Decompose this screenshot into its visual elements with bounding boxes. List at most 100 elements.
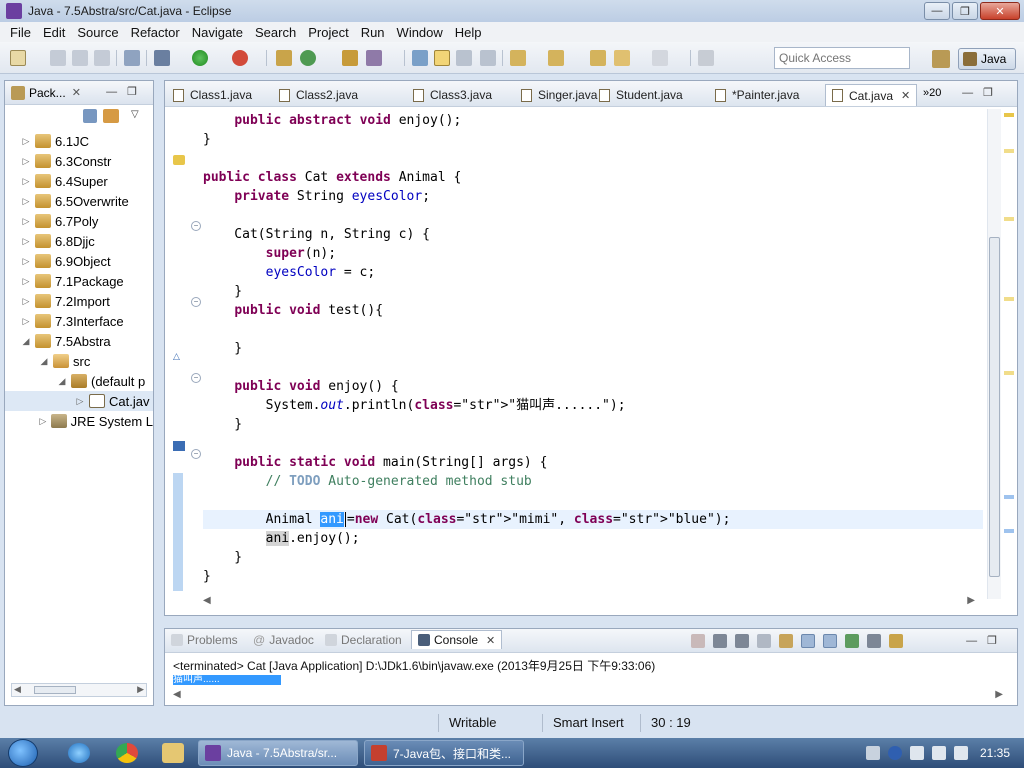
forward-icon[interactable] bbox=[652, 50, 668, 66]
new-java-project-icon[interactable] bbox=[276, 50, 292, 66]
fold-toggle-icon[interactable]: − bbox=[191, 449, 201, 459]
editor-minmax-controls[interactable]: —❐ bbox=[962, 86, 1003, 99]
network-icon[interactable] bbox=[931, 746, 946, 760]
scroll-right-icon[interactable]: ▶ bbox=[967, 595, 975, 606]
tree-item[interactable]: ▷ JRE System L bbox=[5, 411, 153, 431]
package-explorer-title[interactable]: Pack... bbox=[29, 86, 66, 100]
java-perspective-button[interactable]: Java bbox=[958, 48, 1016, 70]
close-button[interactable]: ✕ bbox=[980, 2, 1020, 20]
warning-marker-icon[interactable] bbox=[173, 155, 185, 165]
open-type-icon[interactable] bbox=[342, 50, 358, 66]
block-selection-icon[interactable] bbox=[456, 50, 472, 66]
tab-problems[interactable]: Problems bbox=[171, 633, 238, 647]
tree-item[interactable]: ▷ 6.4Super bbox=[5, 171, 153, 191]
occurrence-overview-marker[interactable] bbox=[1004, 371, 1014, 375]
scroll-left-icon[interactable]: ◀ bbox=[173, 689, 181, 700]
editor-hscrollbar[interactable]: ◀ ▶ bbox=[201, 595, 977, 609]
internet-explorer-icon[interactable] bbox=[68, 743, 90, 763]
scroll-thumb[interactable] bbox=[34, 686, 76, 694]
help-icon[interactable] bbox=[887, 746, 902, 760]
editor-vscrollbar[interactable] bbox=[987, 109, 1001, 599]
tree-item[interactable]: ▷ 7.3Interface bbox=[5, 311, 153, 331]
terminate-icon[interactable] bbox=[691, 634, 705, 648]
tab-cat[interactable]: Cat.java ✕ bbox=[825, 84, 918, 106]
tab-singer[interactable]: Singer.java bbox=[521, 84, 597, 106]
tab-javadoc[interactable]: @ Javadoc bbox=[253, 633, 314, 647]
fold-toggle-icon[interactable]: − bbox=[191, 373, 201, 383]
menu-refactor[interactable]: Refactor bbox=[125, 25, 186, 40]
tree-item[interactable]: ▷ 7.1Package bbox=[5, 271, 153, 291]
tree-twisty-icon[interactable]: ◢ bbox=[21, 336, 31, 347]
menu-navigate[interactable]: Navigate bbox=[186, 25, 249, 40]
tree-twisty-icon[interactable]: ▷ bbox=[21, 176, 31, 187]
occurrence-overview-marker[interactable] bbox=[1004, 149, 1014, 153]
tree-twisty-icon[interactable]: ◢ bbox=[39, 356, 49, 367]
console-minmax-controls[interactable]: —❐ bbox=[966, 634, 1007, 647]
menu-project[interactable]: Project bbox=[302, 25, 354, 40]
tree-item[interactable]: ◢ (default p bbox=[5, 371, 153, 391]
print-icon[interactable] bbox=[94, 50, 110, 66]
next-annotation-icon[interactable] bbox=[510, 50, 526, 66]
task-document[interactable]: 7-Java包、接口和类... bbox=[364, 740, 524, 766]
occurrence-overview-marker[interactable] bbox=[1004, 297, 1014, 301]
tree-twisty-icon[interactable]: ▷ bbox=[21, 296, 31, 307]
console-output[interactable]: 猫叫声...... bbox=[173, 675, 281, 685]
scroll-thumb[interactable] bbox=[989, 237, 1000, 577]
search-icon[interactable] bbox=[366, 50, 382, 66]
tree-item[interactable]: ▷ 6.8Djjc bbox=[5, 231, 153, 251]
pin-console-icon[interactable] bbox=[845, 634, 859, 648]
display-console-icon[interactable] bbox=[867, 634, 881, 648]
maximize-button[interactable]: ❐ bbox=[952, 2, 978, 20]
tab-declaration[interactable]: Declaration bbox=[325, 633, 402, 647]
fold-toggle-icon[interactable]: − bbox=[191, 221, 201, 231]
tree-item[interactable]: ▷ 6.9Object bbox=[5, 251, 153, 271]
close-tab-icon[interactable]: ✕ bbox=[901, 89, 910, 102]
show-hidden-icons-icon[interactable] bbox=[909, 746, 924, 760]
tree-twisty-icon[interactable]: ▷ bbox=[21, 236, 31, 247]
menu-source[interactable]: Source bbox=[71, 25, 124, 40]
clock[interactable]: 21:35 bbox=[980, 746, 1010, 760]
save-icon[interactable] bbox=[50, 50, 66, 66]
tree-twisty-icon[interactable]: ▷ bbox=[21, 256, 31, 267]
tree-item[interactable]: ◢ 7.5Abstra bbox=[5, 331, 153, 351]
new-java-package-icon[interactable] bbox=[300, 50, 316, 66]
scroll-right-icon[interactable]: ▶ bbox=[995, 689, 1003, 700]
scroll-left-icon[interactable]: ◀ bbox=[203, 595, 211, 606]
tree-item[interactable]: ▷ 7.2Import bbox=[5, 291, 153, 311]
tree-twisty-icon[interactable]: ▷ bbox=[39, 416, 47, 427]
override-marker-icon[interactable]: △ bbox=[173, 351, 185, 361]
collapse-all-icon[interactable] bbox=[83, 109, 97, 123]
save-all-icon[interactable] bbox=[72, 50, 88, 66]
menu-window[interactable]: Window bbox=[391, 25, 449, 40]
debug-icon[interactable] bbox=[154, 50, 170, 66]
tab-painter[interactable]: *Painter.java bbox=[715, 84, 799, 106]
tree-item[interactable]: ▷ 6.1JC bbox=[5, 131, 153, 151]
file-explorer-icon[interactable] bbox=[162, 743, 184, 763]
tree-twisty-icon[interactable]: ◢ bbox=[57, 376, 67, 387]
remove-launch-icon[interactable] bbox=[713, 634, 727, 648]
show-on-stdout-icon[interactable] bbox=[801, 634, 815, 648]
scroll-lock-icon[interactable] bbox=[779, 634, 793, 648]
package-explorer-hscrollbar[interactable]: ◀ ▶ bbox=[11, 683, 147, 697]
link-with-editor-icon[interactable] bbox=[103, 109, 119, 123]
skip-breakpoints-icon[interactable] bbox=[124, 50, 140, 66]
coverage-icon[interactable] bbox=[232, 50, 248, 66]
run-icon[interactable] bbox=[192, 50, 208, 66]
chrome-icon[interactable] bbox=[116, 743, 138, 763]
code-editor-text[interactable]: public abstract void enjoy();} public cla… bbox=[203, 111, 983, 601]
menu-edit[interactable]: Edit bbox=[37, 25, 71, 40]
quick-access-input[interactable] bbox=[774, 47, 910, 69]
start-button[interactable] bbox=[8, 739, 38, 767]
tab-student[interactable]: Student.java bbox=[599, 84, 683, 106]
warning-overview-marker[interactable] bbox=[1004, 113, 1014, 117]
tab-console[interactable]: Console ✕ bbox=[411, 630, 503, 649]
back-icon[interactable] bbox=[614, 50, 630, 66]
tree-item[interactable]: ▷ 6.7Poly bbox=[5, 211, 153, 231]
fold-toggle-icon[interactable]: − bbox=[191, 297, 201, 307]
open-console-icon[interactable] bbox=[889, 634, 903, 648]
volume-icon[interactable] bbox=[953, 746, 968, 760]
tree-twisty-icon[interactable]: ▷ bbox=[21, 156, 31, 167]
tree-item[interactable]: ◢ src bbox=[5, 351, 153, 371]
selection-overview-marker[interactable] bbox=[1004, 529, 1014, 533]
occurrence-overview-marker[interactable] bbox=[1004, 217, 1014, 221]
